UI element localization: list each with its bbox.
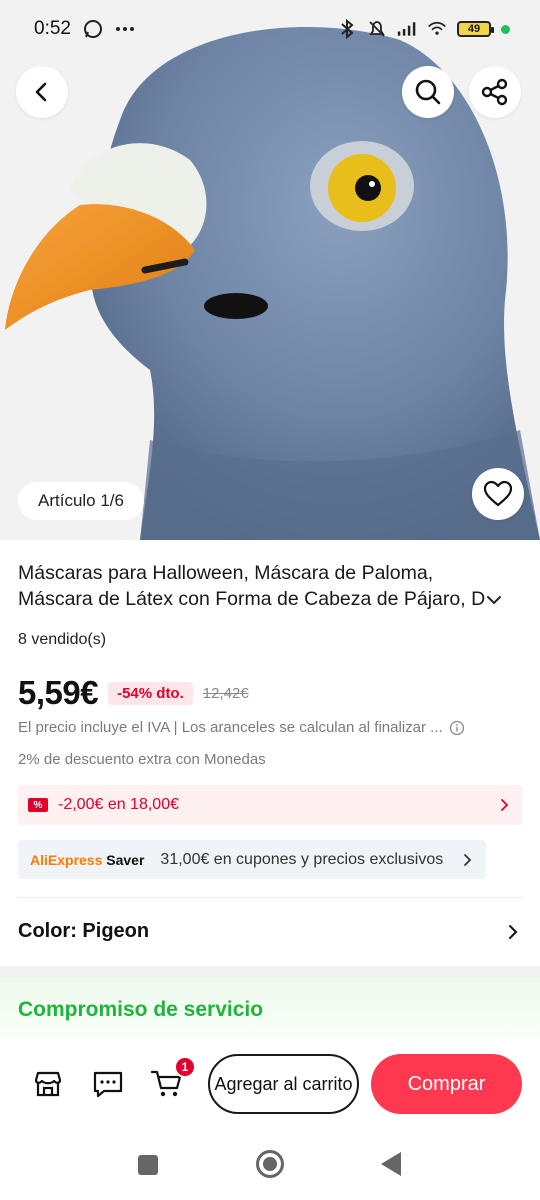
chat-icon	[93, 1071, 123, 1098]
chevron-right-icon	[509, 924, 518, 939]
coupon-bar[interactable]: % -2,00€ en 18,00€	[18, 785, 522, 825]
store-icon	[34, 1071, 62, 1097]
whatsapp-icon	[83, 19, 103, 39]
tax-note-row[interactable]: El precio incluye el IVA | Los aranceles…	[18, 719, 522, 736]
saver-text: 31,00€ en cupones y precios exclusivos	[160, 850, 444, 868]
privacy-dot	[501, 24, 510, 34]
chevron-down-icon[interactable]	[484, 590, 504, 610]
gallery-counter: Artículo 1/6	[18, 482, 144, 520]
status-bar: 0:52 49	[0, 0, 540, 58]
title-line-1: Máscaras para Halloween, Máscara de Palo…	[18, 562, 434, 584]
battery-indicator: 49	[457, 21, 494, 37]
add-to-cart-button[interactable]: Agregar al carrito	[208, 1054, 359, 1114]
search-icon	[415, 79, 441, 105]
color-label: Color: Pigeon	[18, 920, 150, 942]
tax-note: El precio incluye el IVA | Los aranceles…	[18, 719, 443, 736]
discount-badge: -54% dto.	[108, 681, 193, 705]
home-icon[interactable]	[256, 1150, 284, 1178]
heart-icon	[483, 480, 513, 507]
buy-now-button[interactable]: Comprar	[371, 1054, 522, 1114]
chevron-right-icon	[464, 853, 472, 866]
coins-discount-note: 2% de descuento extra con Monedas	[18, 751, 266, 768]
status-time: 0:52	[34, 18, 71, 39]
current-price: 5,59€	[18, 674, 99, 711]
wishlist-button[interactable]	[472, 468, 524, 520]
coupon-text: -2,00€ en 18,00€	[58, 796, 179, 813]
share-icon	[481, 78, 508, 106]
back-button[interactable]	[16, 66, 68, 118]
back-arrow-icon	[35, 82, 47, 102]
service-title: Compromiso de servicio	[18, 998, 264, 1021]
divider	[18, 897, 522, 898]
title-line-2: Máscara de Látex con Forma de Cabeza de …	[18, 588, 486, 610]
product-image	[5, 27, 540, 540]
section-separator	[0, 966, 540, 978]
sold-count: 8 vendido(s)	[18, 631, 107, 648]
saver-bar[interactable]: AliExpress Saver 31,00€ en cupones y pre…	[18, 840, 486, 879]
chat-button[interactable]	[90, 1066, 126, 1102]
signal-icon	[397, 19, 417, 39]
wifi-icon	[427, 19, 447, 39]
recents-icon[interactable]	[138, 1155, 158, 1175]
share-button[interactable]	[469, 66, 521, 118]
search-button[interactable]	[402, 66, 454, 118]
system-back-icon[interactable]	[381, 1152, 401, 1176]
cart-count-badge: 1	[174, 1056, 196, 1078]
chevron-right-icon	[501, 799, 509, 811]
more-dots-icon	[115, 19, 135, 39]
product-image-gallery[interactable]	[0, 0, 540, 540]
coupon-icon: %	[28, 798, 48, 812]
color-selector[interactable]: Color: Pigeon	[18, 920, 522, 943]
store-button[interactable]	[30, 1066, 66, 1102]
product-title[interactable]: Máscaras para Halloween, Máscara de Palo…	[18, 560, 518, 612]
info-icon	[449, 720, 464, 735]
saver-logo: AliExpress Saver	[30, 851, 145, 868]
original-price: 12,42€	[202, 684, 249, 702]
bluetooth-icon	[337, 19, 357, 39]
mute-bell-icon	[367, 19, 387, 39]
price-row: 5,59€ -54% dto. 12,42€	[18, 674, 249, 712]
